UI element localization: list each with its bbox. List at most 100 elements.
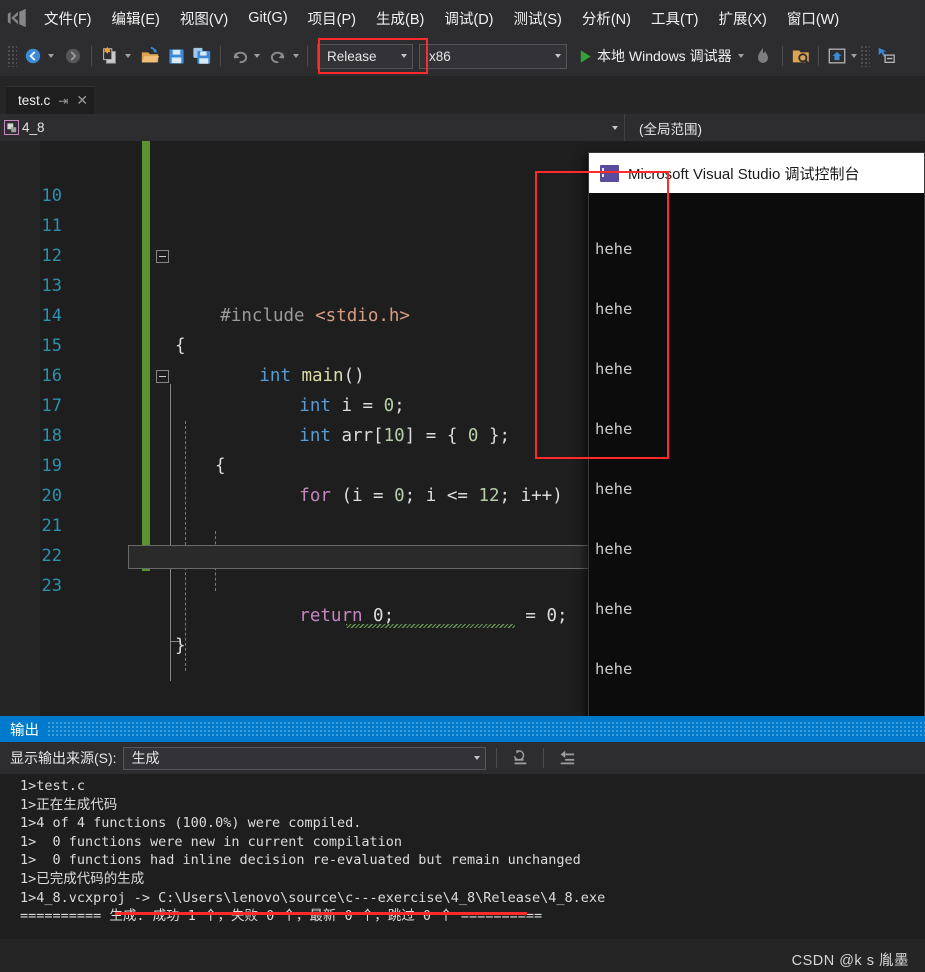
search-folder-icon[interactable] <box>788 43 814 69</box>
output-panel-title: 输出 <box>10 722 39 739</box>
console-app-icon <box>600 164 619 182</box>
undo-dropdown-icon[interactable] <box>254 54 260 58</box>
home-window-icon[interactable] <box>824 43 850 69</box>
configuration-value: Release <box>327 48 377 64</box>
menu-extensions[interactable]: 扩展(X) <box>709 4 777 33</box>
line-number: 23 <box>41 576 62 596</box>
visual-studio-window: 文件(F) 编辑(E) 视图(V) Git(G) 项目(P) 生成(B) 调试(… <box>0 0 925 972</box>
brace-close: } <box>175 636 186 656</box>
start-debug-icon[interactable] <box>575 43 595 69</box>
toolbar-separator-3 <box>307 46 308 66</box>
navigate-back-icon[interactable] <box>20 43 46 69</box>
output-line: 1> 0 functions had inline decision re-ev… <box>20 852 581 869</box>
menu-edit[interactable]: 编辑(E) <box>102 4 170 33</box>
tab-label: test.c <box>18 93 51 108</box>
console-line: hehe <box>595 420 633 438</box>
output-toolbar-separator <box>495 748 497 768</box>
tab-test-c[interactable]: test.c ⇥ ✕ <box>6 86 95 114</box>
save-all-icon[interactable] <box>189 43 215 69</box>
return-value: 0; <box>362 606 395 626</box>
visual-studio-logo-icon <box>0 0 34 36</box>
pin-icon[interactable]: ⇥ <box>58 94 68 108</box>
standard-toolbar: Release x86 本地 Windows 调试器 <box>0 36 925 76</box>
console-title-bar[interactable]: Microsoft Visual Studio 调试控制台 <box>589 153 924 193</box>
close-icon[interactable]: ✕ <box>76 92 88 109</box>
menu-build[interactable]: 生成(B) <box>366 4 434 33</box>
menu-project[interactable]: 项目(P) <box>298 4 366 33</box>
console-line: hehe <box>595 600 633 618</box>
save-icon[interactable] <box>163 43 189 69</box>
project-name: 4_8 <box>22 120 45 135</box>
scope-value: (全局范围) <box>639 121 702 137</box>
panel-drag-handle[interactable] <box>47 721 925 737</box>
output-panel-toolbar: 显示输出来源(S): 生成 <box>0 742 925 774</box>
menu-debug[interactable]: 调试(D) <box>434 4 503 33</box>
project-symbol-icon <box>4 120 19 135</box>
output-line-build-summary: ========== 生成: 成功 1 个，失败 0 个，最新 0 个，跳过 0… <box>20 908 543 925</box>
navigate-forward-icon[interactable] <box>60 43 86 69</box>
console-line: hehe <box>595 360 633 378</box>
console-title-text: Microsoft Visual Studio 调试控制台 <box>628 165 860 183</box>
toolbar-separator-2 <box>220 46 221 66</box>
output-source-combo[interactable]: 生成 <box>122 746 486 770</box>
assign-zero: = 0; <box>514 606 568 626</box>
project-selector-combo[interactable]: 4_8 <box>0 114 625 141</box>
platform-combo[interactable]: x86 <box>419 43 567 69</box>
document-tab-strip: test.c ⇥ ✕ <box>0 86 925 114</box>
editor-navigation-bar: 4_8 (全局范围) <box>0 114 925 141</box>
hot-reload-icon[interactable] <box>750 43 776 69</box>
toolbar-separator-4 <box>781 46 783 66</box>
output-line: 1>正在生成代码 <box>20 796 118 813</box>
menu-test[interactable]: 测试(S) <box>504 4 572 33</box>
undo-icon[interactable] <box>226 43 252 69</box>
console-line: hehe <box>595 300 633 318</box>
csdn-watermark: CSDN @k s 胤墨 <box>791 953 909 969</box>
new-file-icon[interactable] <box>97 43 123 69</box>
redo-icon[interactable] <box>265 43 291 69</box>
debug-target-label[interactable]: 本地 Windows 调试器 <box>597 46 732 66</box>
menu-file[interactable]: 文件(F) <box>34 4 102 33</box>
chevron-down-icon <box>555 54 561 58</box>
home-window-dropdown-icon[interactable] <box>850 54 857 58</box>
chevron-down-icon <box>473 756 480 760</box>
output-source-label: 显示输出来源(S): <box>10 750 117 766</box>
toolbox-icon[interactable] <box>873 43 899 69</box>
menu-bar: 文件(F) 编辑(E) 视图(V) Git(G) 项目(P) 生成(B) 调试(… <box>0 0 925 36</box>
toolbar-separator-5 <box>817 46 819 66</box>
platform-value: x86 <box>429 48 451 64</box>
menu-analyze[interactable]: 分析(N) <box>572 4 641 33</box>
output-line: 1>4 of 4 functions (100.0%) were compile… <box>20 815 362 832</box>
build-success-underline <box>115 912 527 915</box>
menu-window[interactable]: 窗口(W) <box>777 4 849 33</box>
console-line: hehe <box>595 240 633 258</box>
toolbar-grip-2[interactable] <box>859 45 870 67</box>
collapse-for-loop-icon[interactable] <box>156 370 169 383</box>
console-line: hehe <box>595 480 633 498</box>
open-file-icon[interactable] <box>137 43 163 69</box>
output-line: 1>已完成代码的生成 <box>20 870 145 887</box>
output-line: 1>4_8.vcxproj -> C:\Users\lenovo\source\… <box>20 889 606 906</box>
chevron-down-icon <box>612 125 618 130</box>
collapse-function-icon[interactable] <box>156 250 169 263</box>
output-line: 1>test.c <box>20 778 86 794</box>
output-source-value: 生成 <box>131 750 160 766</box>
console-line: hehe <box>595 660 633 678</box>
debug-console-window[interactable]: Microsoft Visual Studio 调试控制台 hehe hehe … <box>588 152 925 972</box>
scope-selector-combo[interactable]: (全局范围) <box>625 114 925 141</box>
menu-view[interactable]: 视图(V) <box>170 4 238 33</box>
keyword-return: return <box>299 606 363 626</box>
new-file-dropdown-icon[interactable] <box>125 54 131 58</box>
redo-dropdown-icon[interactable] <box>293 54 299 58</box>
output-line: 1> 0 functions were new in current compi… <box>20 833 403 850</box>
menu-tools[interactable]: 工具(T) <box>641 4 709 33</box>
clear-output-icon[interactable] <box>507 745 533 771</box>
output-panel-header[interactable]: 输出 <box>0 716 925 742</box>
toolbar-grip[interactable] <box>7 45 17 67</box>
output-toolbar-separator-2 <box>542 748 544 768</box>
wrap-text-icon[interactable] <box>554 745 580 771</box>
navigate-back-dropdown-icon[interactable] <box>48 54 54 58</box>
configuration-combo[interactable]: Release <box>317 43 413 69</box>
debug-target-dropdown-icon[interactable] <box>737 54 744 58</box>
console-line: hehe <box>595 540 633 558</box>
menu-git[interactable]: Git(G) <box>238 6 297 30</box>
